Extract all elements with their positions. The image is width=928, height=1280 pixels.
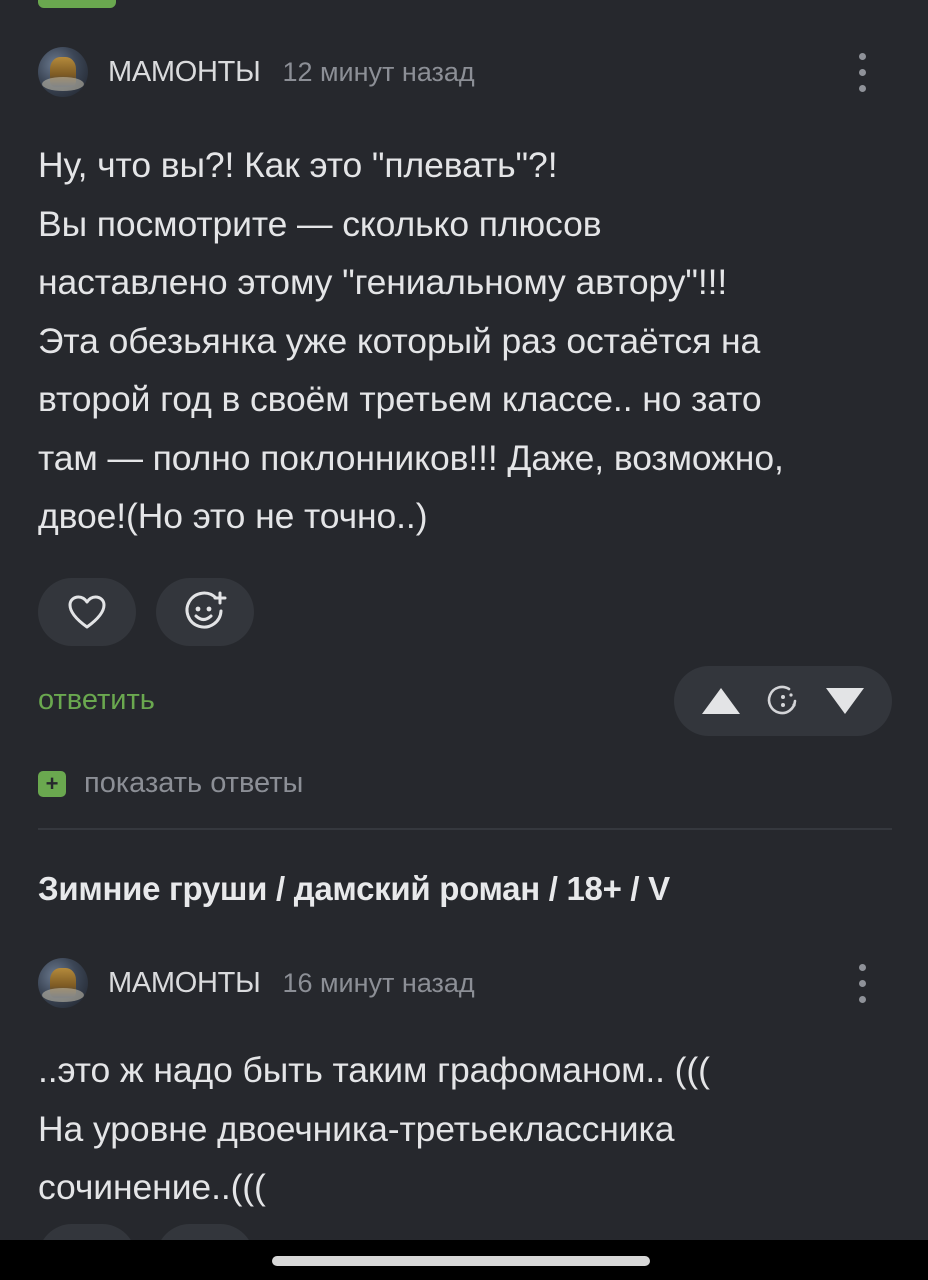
post-title[interactable]: Зимние груши / дамский роман / 18+ / V: [38, 870, 670, 908]
like-button[interactable]: [38, 577, 136, 646]
arrow-up-icon[interactable]: [699, 684, 743, 718]
previous-button-edge[interactable]: [38, 0, 116, 8]
comment-text: ..это ж надо быть таким графоманом.. (((…: [38, 1050, 710, 1207]
add-reaction-button[interactable]: [156, 577, 254, 646]
more-options-icon[interactable]: [842, 959, 882, 1007]
comment-header: МАМОНТЫ 16 минут назад: [38, 955, 892, 1011]
show-replies[interactable]: + показать ответы: [38, 754, 892, 814]
rating-timer-icon: [767, 685, 797, 714]
home-gesture-handle[interactable]: [272, 1256, 650, 1266]
vote-control: [674, 665, 892, 736]
divider: [38, 828, 892, 830]
avatar[interactable]: [38, 47, 88, 97]
expand-icon: +: [38, 770, 66, 797]
comment-author[interactable]: МАМОНТЫ: [108, 56, 261, 89]
heart-icon: [68, 595, 106, 628]
reply-row: ответить: [38, 665, 892, 736]
comment-time: 16 минут назад: [282, 967, 475, 998]
reply-link[interactable]: ответить: [38, 684, 155, 717]
more-options-icon[interactable]: [842, 48, 882, 96]
comment: МАМОНТЫ 16 минут назад ..это ж надо быть…: [38, 955, 892, 1217]
show-replies-label: показать ответы: [84, 767, 304, 799]
comment-time: 12 минут назад: [282, 56, 475, 87]
comment-author[interactable]: МАМОНТЫ: [108, 967, 261, 1000]
avatar[interactable]: [38, 958, 88, 1008]
reactions: [38, 577, 892, 646]
arrow-down-icon[interactable]: [823, 684, 867, 718]
comment-header: МАМОНТЫ 12 минут назад: [38, 44, 892, 100]
comment: МАМОНТЫ 12 минут назад Ну, что вы?! Как …: [38, 44, 892, 814]
add-emoji-icon: [185, 591, 227, 628]
comment-text: Ну, что вы?! Как это "плевать"?! Вы посм…: [38, 145, 784, 536]
screen: МАМОНТЫ 12 минут назад Ну, что вы?! Как …: [0, 0, 928, 1280]
